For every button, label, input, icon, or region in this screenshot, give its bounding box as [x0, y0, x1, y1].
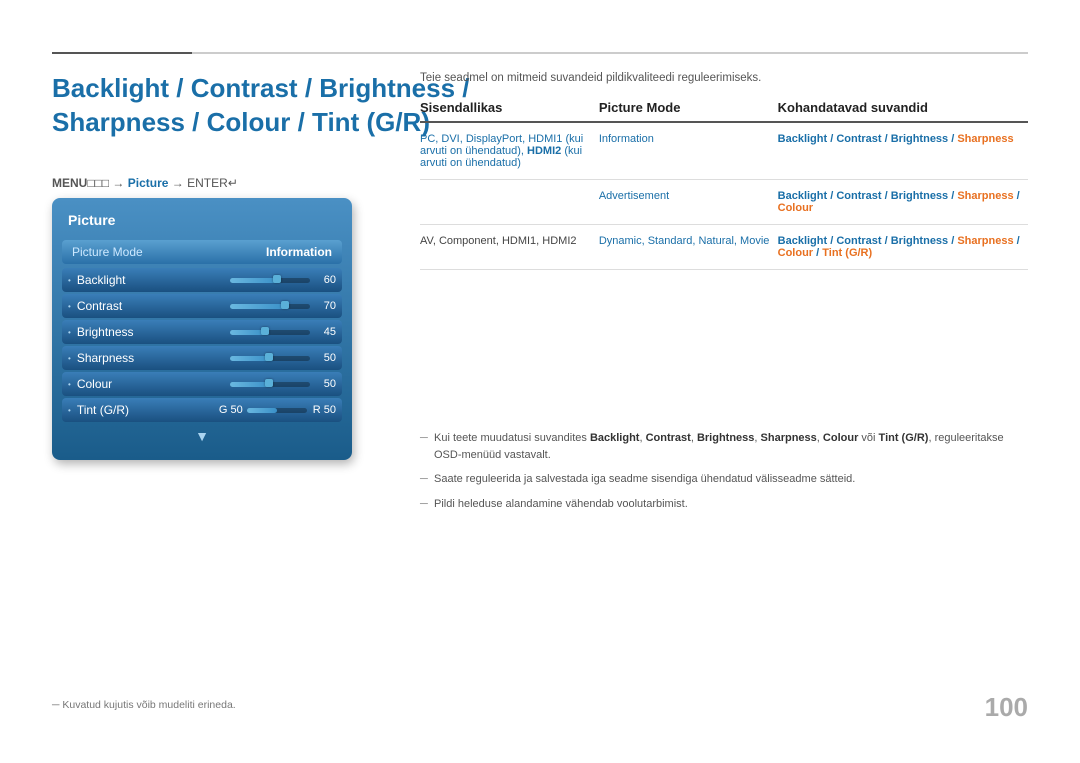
row3-mode: Dynamic, Standard, Natural, Movie — [599, 235, 778, 247]
sharpness-row[interactable]: • Sharpness 50 — [62, 346, 342, 370]
picture-mode-row[interactable]: Picture Mode Information — [62, 240, 342, 264]
top-line-accent — [52, 52, 192, 54]
picture-mode-value: Information — [266, 245, 332, 259]
picture-panel: Picture Picture Mode Information • Backl… — [52, 198, 352, 460]
picture-mode-label: Picture Mode — [72, 245, 143, 259]
sharpness-bar — [230, 356, 310, 361]
brightness-bar — [230, 330, 310, 335]
backlight-dot: • — [68, 276, 71, 285]
page-number: 100 — [985, 692, 1028, 723]
contrast-bar — [230, 304, 310, 309]
colour-dot: • — [68, 380, 71, 389]
tint-dot: • — [68, 406, 71, 415]
page-title: Backlight / Contrast / Brightness / Shar… — [52, 72, 470, 140]
note-1: Kui teete muudatusi suvandites Backlight… — [420, 430, 1028, 463]
th-mode: Picture Mode — [599, 100, 778, 115]
backlight-value: 60 — [318, 274, 336, 286]
brightness-dot: • — [68, 328, 71, 337]
backlight-bar — [230, 278, 310, 283]
colour-row[interactable]: • Colour 50 — [62, 372, 342, 396]
sharpness-label: Sharpness — [77, 351, 230, 365]
tint-label: Tint (G/R) — [77, 403, 219, 417]
menu-nav: MENU□□□ → Picture → ENTER↵ — [52, 176, 238, 190]
backlight-row[interactable]: • Backlight 60 — [62, 268, 342, 292]
row2-mode: Advertisement — [599, 190, 778, 202]
row1-mode: Information — [599, 133, 778, 145]
panel-down-arrow: ▼ — [62, 428, 342, 444]
row2-available: Backlight / Contrast / Brightness / Shar… — [778, 190, 1028, 214]
contrast-row[interactable]: • Contrast 70 — [62, 294, 342, 318]
table-header: Sisendallikas Picture Mode Kohandatavad … — [420, 100, 1028, 123]
panel-title: Picture — [62, 208, 342, 232]
tint-r-value: R 50 — [313, 404, 336, 416]
tint-g-value: G 50 — [219, 404, 243, 416]
table-row-1: PC, DVI, DisplayPort, HDMI1 (kui arvuti … — [420, 123, 1028, 180]
top-line-full — [52, 52, 1028, 54]
brightness-value: 45 — [318, 326, 336, 338]
colour-bar — [230, 382, 310, 387]
tint-bar — [247, 408, 307, 413]
row1-available: Backlight / Contrast / Brightness / Shar… — [778, 133, 1028, 145]
tint-row[interactable]: • Tint (G/R) G 50 R 50 — [62, 398, 342, 422]
th-source: Sisendallikas — [420, 100, 599, 115]
table-row-3: AV, Component, HDMI1, HDMI2 Dynamic, Sta… — [420, 225, 1028, 270]
note-2: Saate reguleerida ja salvestada iga sead… — [420, 471, 1028, 488]
colour-label: Colour — [77, 377, 230, 391]
note-3: Pildi heleduse alandamine vähendab voolu… — [420, 496, 1028, 513]
intro-text: Teie seadmel on mitmeid suvandeid pildik… — [420, 72, 1028, 84]
th-available: Kohandatavad suvandid — [778, 100, 1028, 115]
table-row-2: Advertisement Backlight / Contrast / Bri… — [420, 180, 1028, 225]
sharpness-value: 50 — [318, 352, 336, 364]
row3-source: AV, Component, HDMI1, HDMI2 — [420, 235, 599, 247]
right-content: Teie seadmel on mitmeid suvandeid pildik… — [420, 72, 1028, 270]
sharpness-dot: • — [68, 354, 71, 363]
caption: Kuvatud kujutis võib mudeliti erineda. — [52, 699, 236, 711]
brightness-label: Brightness — [77, 325, 230, 339]
contrast-value: 70 — [318, 300, 336, 312]
contrast-dot: • — [68, 302, 71, 311]
row3-available: Backlight / Contrast / Brightness / Shar… — [778, 235, 1028, 259]
info-table: Sisendallikas Picture Mode Kohandatavad … — [420, 100, 1028, 270]
notes-section: Kui teete muudatusi suvandites Backlight… — [420, 430, 1028, 520]
brightness-row[interactable]: • Brightness 45 — [62, 320, 342, 344]
contrast-label: Contrast — [77, 299, 230, 313]
row1-source: PC, DVI, DisplayPort, HDMI1 (kui arvuti … — [420, 133, 599, 169]
backlight-label: Backlight — [77, 273, 230, 287]
colour-value: 50 — [318, 378, 336, 390]
